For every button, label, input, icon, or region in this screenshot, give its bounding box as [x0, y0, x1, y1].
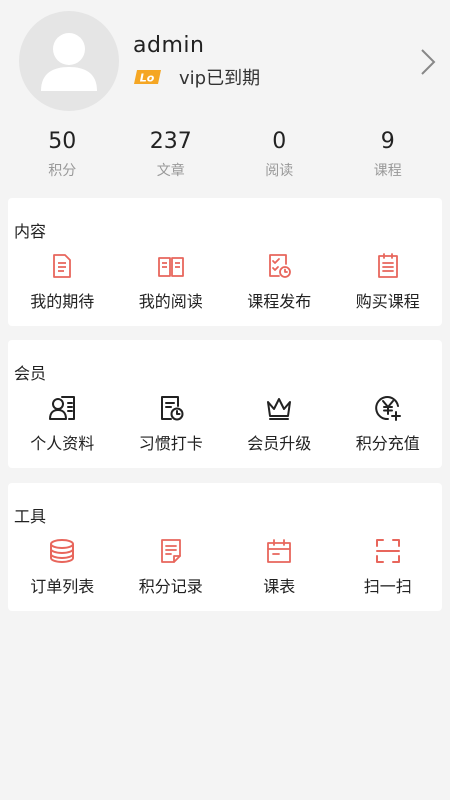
notepad-icon — [374, 252, 402, 280]
section-grid: 个人资料 习惯打卡 会员升级 积分充值 — [8, 394, 442, 464]
vip-status-row: Lo vip已到期 — [133, 65, 260, 89]
stat-label: 积分 — [48, 163, 77, 179]
vip-badge-icon: Lo — [134, 70, 161, 85]
crown-icon — [265, 394, 293, 422]
menu-item-points-record[interactable]: 积分记录 — [117, 537, 226, 607]
section-grid: 我的期待 我的阅读 课程发布 购买课程 — [8, 252, 442, 322]
menu-item-label: 会员升级 — [247, 434, 312, 453]
menu-item-label: 个人资料 — [30, 434, 95, 453]
stats-bar: 50 积分 237 文章 0 阅读 9 课程 — [8, 126, 442, 186]
book-icon — [157, 252, 185, 280]
record-icon — [157, 537, 185, 565]
stat-value: 9 — [380, 129, 395, 154]
clipboard-clock-icon — [157, 394, 185, 422]
menu-item-member-upgrade[interactable]: 会员升级 — [225, 394, 334, 464]
section-content: 内容 我的期待 我的阅读 课程发布 购买课程 — [8, 198, 442, 326]
section-title: 工具 — [14, 507, 47, 526]
document-icon — [48, 252, 76, 280]
menu-item-label: 积分记录 — [138, 577, 203, 596]
stat-label: 文章 — [156, 163, 185, 179]
menu-item-label: 购买课程 — [355, 292, 420, 311]
menu-item-order-list[interactable]: 订单列表 — [8, 537, 117, 607]
section-title: 会员 — [14, 364, 47, 383]
stat-label: 阅读 — [265, 163, 294, 179]
menu-item-my-reading[interactable]: 我的阅读 — [117, 252, 226, 322]
stat-value: 50 — [48, 129, 77, 154]
menu-item-label: 课程发布 — [247, 292, 312, 311]
section-grid: 订单列表 积分记录 课表 扫一扫 — [8, 537, 442, 607]
menu-item-label: 我的阅读 — [138, 292, 203, 311]
menu-item-course-publish[interactable]: 课程发布 — [225, 252, 334, 322]
menu-item-label: 扫一扫 — [363, 577, 412, 596]
menu-item-points-recharge[interactable]: 积分充值 — [334, 394, 443, 464]
stat-points[interactable]: 50 积分 — [8, 126, 117, 186]
stat-reads[interactable]: 0 阅读 — [225, 126, 334, 186]
stat-courses[interactable]: 9 课程 — [334, 126, 443, 186]
menu-item-label: 课表 — [263, 577, 296, 596]
section-tools: 工具 订单列表 积分记录 课表 扫一扫 — [8, 483, 442, 611]
menu-item-label: 积分充值 — [355, 434, 420, 453]
avatar[interactable] — [19, 11, 119, 111]
stat-value: 0 — [272, 129, 287, 154]
stat-articles[interactable]: 237 文章 — [117, 126, 226, 186]
section-membership: 会员 个人资料 习惯打卡 会员升级 积分充值 — [8, 340, 442, 468]
scan-icon — [374, 537, 402, 565]
checklist-clock-icon — [265, 252, 293, 280]
menu-item-label: 我的期待 — [30, 292, 95, 311]
vip-badge-text: Lo — [140, 72, 155, 85]
menu-item-my-expectations[interactable]: 我的期待 — [8, 252, 117, 322]
stat-label: 课程 — [373, 163, 402, 179]
vip-status-text: vip已到期 — [179, 68, 261, 89]
menu-item-buy-courses[interactable]: 购买课程 — [334, 252, 443, 322]
profile-header[interactable]: admin Lo vip已到期 — [0, 0, 450, 120]
menu-item-scan[interactable]: 扫一扫 — [334, 537, 443, 607]
stat-value: 237 — [149, 129, 192, 154]
database-icon — [48, 537, 76, 565]
menu-item-schedule[interactable]: 课表 — [225, 537, 334, 607]
username: admin — [133, 33, 205, 58]
menu-item-habit-checkin[interactable]: 习惯打卡 — [117, 394, 226, 464]
menu-item-profile[interactable]: 个人资料 — [8, 394, 117, 464]
user-card-icon — [48, 394, 76, 422]
chevron-right-icon[interactable] — [418, 46, 438, 78]
section-title: 内容 — [14, 222, 47, 241]
user-placeholder-icon — [41, 33, 97, 91]
yen-plus-icon — [374, 394, 402, 422]
calendar-icon — [265, 537, 293, 565]
menu-item-label: 习惯打卡 — [138, 434, 203, 453]
menu-item-label: 订单列表 — [30, 577, 95, 596]
